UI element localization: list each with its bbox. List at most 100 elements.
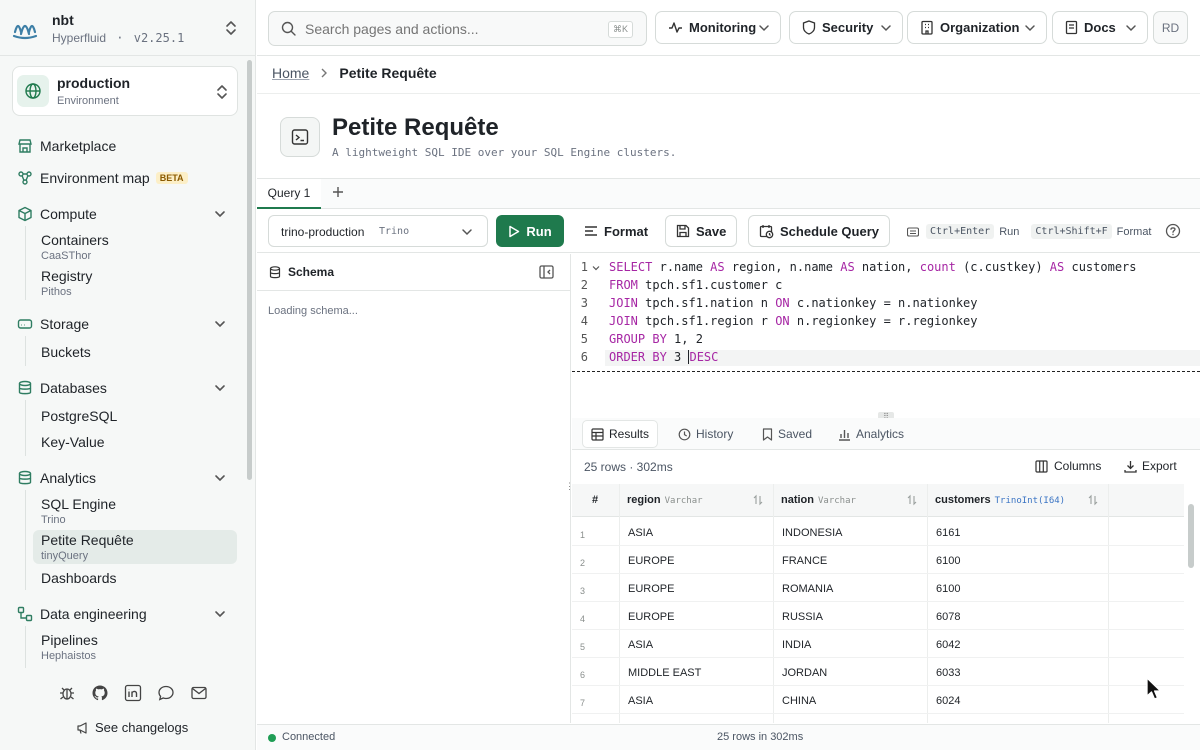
globe-icon [17,75,49,107]
sidebar-item-buckets[interactable]: Buckets [41,344,91,360]
tab-saved[interactable]: Saved [754,420,820,448]
brand-header[interactable]: nbt Hyperfluid · v2.25.1 [0,0,256,56]
table-row[interactable]: 3 EUROPE ROMANIA 6100 [572,574,1184,602]
panel-collapse-icon[interactable] [539,265,554,279]
column-header-nation[interactable]: nation Varchar [781,494,856,506]
docs-menu[interactable]: Docs [1052,11,1148,44]
monitoring-menu[interactable]: Monitoring [655,11,781,44]
plus-icon[interactable] [331,185,345,199]
history-icon [678,428,691,441]
chevron-down-icon[interactable] [214,472,226,484]
sidebar-group-analytics[interactable]: Analytics [16,466,96,490]
column-type: Varchar [664,496,703,506]
schema-loading-text: Loading schema... [268,305,358,317]
search-input[interactable] [305,20,595,38]
sidebar-item-dashboards[interactable]: Dashboards [41,570,117,586]
grid-scrollbar[interactable] [1188,504,1194,568]
columns-button[interactable]: Columns [1035,459,1101,473]
format-button[interactable]: Format [573,215,660,247]
tab-history[interactable]: History [670,420,741,448]
sort-icon[interactable] [907,494,917,506]
user-avatar[interactable]: RD [1153,11,1188,44]
table-row[interactable]: 6 MIDDLE EAST JORDAN 6033 [572,658,1184,686]
sidebar-group-databases[interactable]: Databases [16,376,107,400]
sidebar-group-data-engineering[interactable]: Data engineering [16,602,147,626]
export-button[interactable]: Export [1124,459,1177,473]
sidebar-scrollbar[interactable] [247,60,252,480]
sidebar-item-containers[interactable]: Containers CaaSThor [41,232,109,262]
environment-type: Environment [57,95,119,107]
tab-history-label: History [696,427,734,441]
sql-token: tpch.sf1.nation n [645,296,776,310]
format-shortcut-label: Format [1116,225,1152,238]
help-icon[interactable] [1165,223,1181,239]
github-icon[interactable] [91,684,109,702]
sidebar-group-compute[interactable]: Compute [16,202,97,226]
run-button[interactable]: Run [496,215,564,247]
table-row[interactable]: 5 ASIA INDIA 6042 [572,630,1184,658]
changelog-link[interactable]: See changelogs [76,720,188,735]
table-row[interactable]: 2 EUROPE FRANCE 6100 [572,546,1184,574]
sidebar-group-storage[interactable]: Storage [16,312,89,336]
shield-icon [802,20,816,35]
tab-query-1[interactable]: Query 1 [257,179,321,209]
sql-editor[interactable]: 1 SELECT r.name AS region, n.name AS nati… [572,254,1200,372]
cell-region: EUROPE [628,555,675,567]
cell-region: MIDDLE EAST [628,667,702,679]
schema-header: Schema [257,254,571,291]
mail-icon[interactable] [190,684,208,702]
code-line[interactable]: JOIN tpch.sf1.nation n ON c.nationkey = … [609,296,978,310]
sql-keyword: count [919,260,956,274]
chevron-down-icon[interactable] [214,608,226,620]
table-row[interactable]: 7 ASIA CHINA 6024 [572,686,1184,714]
sort-icon[interactable] [753,494,763,506]
security-menu[interactable]: Security [789,11,903,44]
tab-analytics[interactable]: Analytics [830,420,912,448]
schedule-query-button[interactable]: Schedule Query [748,215,890,247]
code-line[interactable]: JOIN tpch.sf1.region r ON n.regionkey = … [609,314,978,328]
run-label: Run [526,223,552,239]
chevron-down-icon[interactable] [214,382,226,394]
chevron-down-icon[interactable] [214,318,226,330]
fold-chevron-icon[interactable] [592,264,600,272]
tab-results[interactable]: Results [582,420,659,448]
chevron-down-icon[interactable] [214,208,226,220]
sidebar-item-label: SQL Engine [41,496,116,512]
search-box[interactable]: ⌘K [268,11,647,46]
column-name: nation [781,494,814,506]
sidebar-item-environment-map[interactable]: Environment map BETA [16,166,188,190]
cluster-select[interactable]: trino-production Trino [268,215,488,247]
sidebar-item-postgresql[interactable]: PostgreSQL [41,408,117,424]
format-shortcut-key: Ctrl+Shift+F [1031,224,1112,239]
code-line[interactable]: FROM tpch.sf1.customer c [609,278,782,292]
sidebar-item-sub: Trino [41,514,66,526]
environment-switcher[interactable]: production Environment [12,66,238,116]
keyboard-shortcuts: Ctrl+Enter Run Ctrl+Shift+F Format [907,224,1152,239]
bug-icon[interactable] [58,684,76,702]
save-button[interactable]: Save [665,215,738,247]
linkedin-icon[interactable] [124,684,142,702]
sidebar-item-key-value[interactable]: Key-Value [41,434,105,450]
sql-keyword: AS [840,260,855,274]
results-grid: # region Varchar nation Varchar customers T… [572,484,1200,723]
breadcrumb-home-link[interactable]: Home [272,65,309,81]
code-line[interactable]: ORDER BY 3 DESC [609,350,718,364]
sidebar-item-marketplace[interactable]: Marketplace [16,134,116,158]
column-header-customers[interactable]: customers TrinoInt(I64) [935,494,1065,506]
workflow-icon [16,605,34,623]
organization-menu[interactable]: Organization [907,11,1047,44]
chat-icon[interactable] [157,684,175,702]
sort-icon[interactable] [1088,494,1098,506]
sidebar-item-petite-requete[interactable]: Petite Requête tinyQuery [41,532,134,562]
chevron-up-down-icon[interactable] [224,20,238,36]
sidebar-item-pipelines[interactable]: Pipelines Hephaistos [41,632,98,662]
sidebar-item-sql-engine[interactable]: SQL Engine Trino [41,496,116,526]
code-line[interactable]: SELECT r.name AS region, n.name AS natio… [609,260,1137,274]
column-header-region[interactable]: region Varchar [627,494,703,506]
code-line[interactable]: GROUP BY 1, 2 [609,332,703,346]
table-row[interactable]: 1 ASIA INDONESIA 6161 [572,518,1184,546]
play-icon [508,225,520,238]
table-row[interactable]: 4 EUROPE RUSSIA 6078 [572,602,1184,630]
keyboard-icon [907,226,919,237]
sidebar-item-registry[interactable]: Registry Pithos [41,268,92,298]
